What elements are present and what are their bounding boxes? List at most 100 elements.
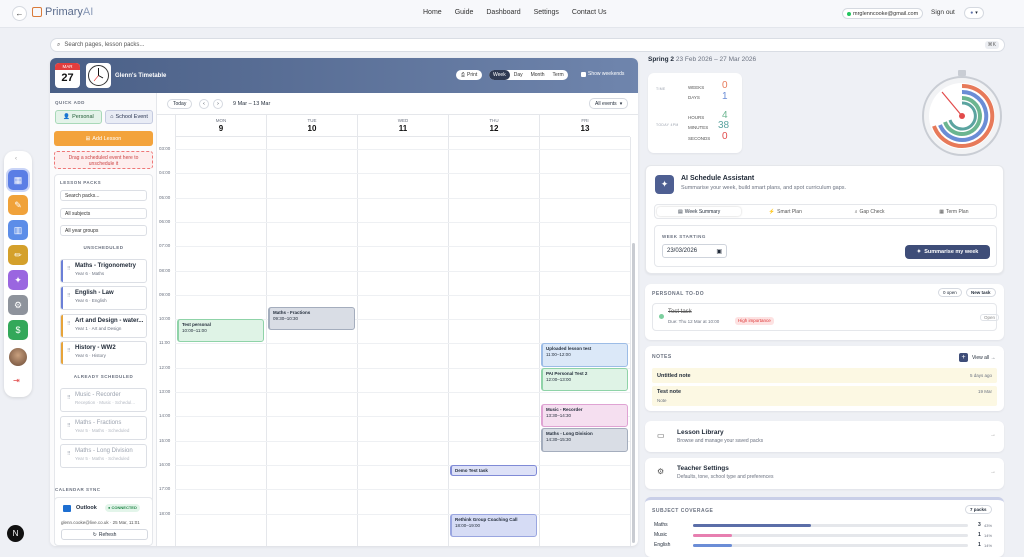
today-button[interactable]: Today [167,99,193,109]
print-button[interactable]: ⎙ Print [456,70,483,80]
signout-link[interactable]: Sign out [931,9,955,16]
checkbox[interactable] [581,71,586,77]
rail-settings-button[interactable]: ⚙ [8,295,28,315]
calendar-event[interactable]: Test personal 10:00–11:00 [177,319,264,343]
week-date-input[interactable]: 23/03/2026 ▣ [662,244,727,258]
teacher-settings-card[interactable]: ⚙ Teacher Settings Defaults, tone, schoo… [645,458,1004,489]
view-all-notes-link[interactable]: View all → [972,355,996,361]
settings-title: Teacher Settings [677,465,729,472]
collapse-icon[interactable]: ‹ [15,156,17,162]
drag-handle-icon[interactable]: ⠿ [67,395,71,401]
pack-item[interactable]: ⠿ History - WW2 Year 6 · History [60,341,147,365]
drag-handle-icon[interactable]: ⠿ [67,451,71,457]
avatar[interactable] [9,348,27,366]
pack-item[interactable]: ⠿ Art and Design - water... Year 1 · Art a… [60,314,147,338]
refresh-icon: ↻ [92,531,97,538]
add-lesson-button[interactable]: ⊞ Add Lesson [54,131,153,146]
show-weekends-label: Show weekends [588,71,625,77]
arrow-left-icon: ← [15,9,24,18]
next-week-button[interactable]: › [213,99,223,109]
nav-dashboard[interactable]: Dashboard [486,9,520,16]
search-input[interactable]: Search pages, lesson packs... [64,42,144,48]
scheduled-pack-item[interactable]: ⠿ Music - Recorder Reception · Music · Sch… [60,388,147,412]
search-bar[interactable]: ⌕ Search pages, lesson packs... ⌘K [50,38,1005,52]
add-note-button[interactable]: + [959,353,968,362]
calendar-event[interactable]: Rethink Group Coaching Call 18:00–19:00 [450,513,537,537]
calendar-event[interactable]: PAI Personal Test 2 12:00–13:00 [541,367,628,391]
lesson-library-card[interactable]: ▭ Lesson Library Browse and manage your … [645,421,1004,452]
subject-select[interactable]: All subjects [60,208,147,219]
logo[interactable]: PrimaryAI [32,6,93,18]
account-pill[interactable]: mrglenncooke@gmail.com [842,8,924,19]
nav-contact[interactable]: Contact Us [572,9,607,16]
pack-title: English - Law [75,290,114,296]
rail-grid-button[interactable]: ▦ [8,170,28,190]
theme-toggle[interactable]: ● ▾ [964,7,984,19]
tab-month[interactable]: Month [527,70,549,80]
drag-handle-icon[interactable]: ⠿ [67,266,71,272]
rail-pencil-button[interactable]: ✏ [8,245,28,265]
tab-term-plan[interactable]: ▦ Term Plan [912,205,996,218]
calendar-event[interactable]: Maths - Long Division 14:30–15:30 [541,428,628,452]
nav-home[interactable]: Home [423,9,442,16]
calendar-event[interactable]: Music - Recorder 13:30–14:30 [541,404,628,428]
day-number: 11 [398,124,408,133]
nav-guide[interactable]: Guide [455,9,474,16]
school-event-button[interactable]: ⌂ School Event [105,110,153,124]
calendar-event[interactable]: Demo Test task16:00–16:30 [450,464,537,477]
day-header: MON 9 [175,115,266,137]
drag-handle-icon[interactable]: ⠿ [67,348,71,354]
rail-library-button[interactable]: ▥ [8,220,28,240]
note-title: Test note [657,389,682,395]
logout-icon[interactable]: ⇥ [13,376,20,385]
rail-money-button[interactable]: $ [8,320,28,340]
note-item[interactable]: Test note Note 19 Mar [652,386,997,406]
rail-edit-button[interactable]: ✎ [8,195,28,215]
calendar-event[interactable]: Uploaded lesson test 11:00–12:00 [541,343,628,367]
view-tabs: Week Day Month Term [489,70,568,80]
personal-button[interactable]: 👤 Personal [55,110,102,124]
new-task-button[interactable]: New task [966,288,996,297]
drag-handle-icon[interactable]: ⠿ [67,321,71,327]
pack-item[interactable]: ⠿ English - Law Year 6 · English [60,286,147,310]
drag-handle-icon[interactable]: ⠿ [67,293,71,299]
rail-ai-button[interactable]: ✦ [8,270,28,290]
tab-day[interactable]: Day [510,70,527,80]
pack-item[interactable]: ⠿ Maths - Trigonometry Year 6 · Maths [60,259,147,283]
search-packs-input[interactable]: Search packs... [60,190,147,201]
tab-term[interactable]: Term [549,70,568,80]
weeks-label: WEEKS [688,85,705,90]
scheduled-pack-item[interactable]: ⠿ Maths - Fractions Year 5 · Maths · Sched… [60,416,147,440]
drag-handle-icon[interactable]: ⠿ [67,423,71,429]
tab-smart-plan[interactable]: ⚡ Smart Plan [743,205,827,218]
notion-icon[interactable]: N [7,525,24,542]
coverage-fill [693,524,812,527]
lesson-packs-heading: LESSON PACKS [60,180,102,185]
nav-settings[interactable]: Settings [534,9,559,16]
back-button[interactable]: ← [12,6,27,21]
prev-week-button[interactable]: ‹ [199,99,209,109]
note-item[interactable]: Untitled note 5 days ago [652,368,997,383]
sync-info: glenn.cooke@live.co.uk · 25 Mar, 11:01 [61,520,140,525]
year-group-select[interactable]: All year groups [60,225,147,236]
refresh-button[interactable]: ↻ Refresh [61,529,148,540]
ai-title: AI Schedule Assistant [681,175,755,182]
tab-week[interactable]: Week [489,70,510,80]
task-item[interactable]: Test task Due: Thu 12 Mar at 10:00 High … [652,303,1000,331]
task-status[interactable]: Open [980,314,1000,321]
days-value: 1 [722,91,728,102]
tab-gap-check[interactable]: ⌕ Gap Check [828,205,912,218]
show-weekends-toggle[interactable]: Show weekends [581,71,624,77]
user-icon: 👤 [63,114,71,120]
outlook-label: Outlook [76,505,97,511]
events-filter[interactable]: All events ▾ [589,98,629,109]
calendar-icon: ▦ [939,208,944,215]
tab-week-summary[interactable]: ▤ Week Summary [657,207,742,216]
open-count: 0 open [938,288,962,297]
calendar-event[interactable]: Maths - Fractions 09:30–10:30 [268,306,355,331]
summarise-button[interactable]: ✦ Summarise my week [905,245,990,259]
grid-icon: ▦ [13,174,23,185]
scheduled-pack-item[interactable]: ⠿ Maths - Long Division Year 5 · Maths · S… [60,444,147,468]
scrollbar[interactable] [632,243,635,543]
unschedule-dropzone[interactable]: Drag a scheduled event here to unschedul… [54,151,153,169]
